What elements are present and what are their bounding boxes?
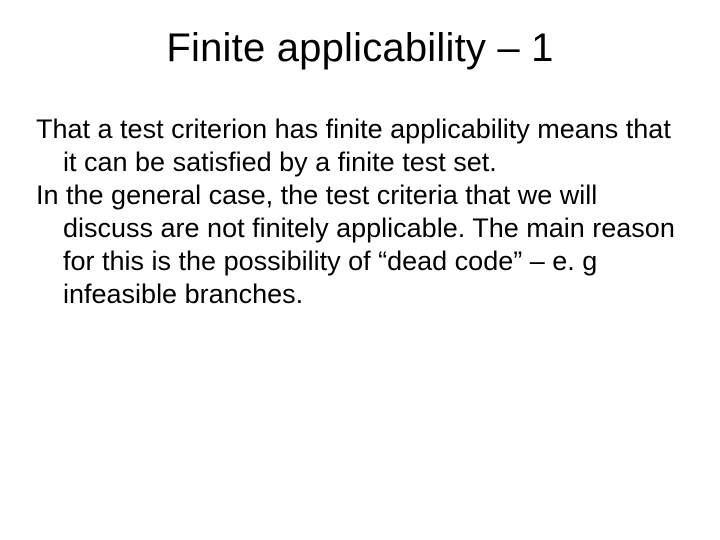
paragraph-1-text: That a test criterion has finite applica… [36,113,684,179]
paragraph-1: That a test criterion has finite applica… [36,113,684,179]
slide: Finite applicability – 1 That a test cri… [0,0,720,540]
slide-title: Finite applicability – 1 [36,26,684,71]
slide-body: That a test criterion has finite applica… [36,113,684,311]
paragraph-2-text: In the general case, the test criteria t… [36,179,684,311]
paragraph-2: In the general case, the test criteria t… [36,179,684,311]
